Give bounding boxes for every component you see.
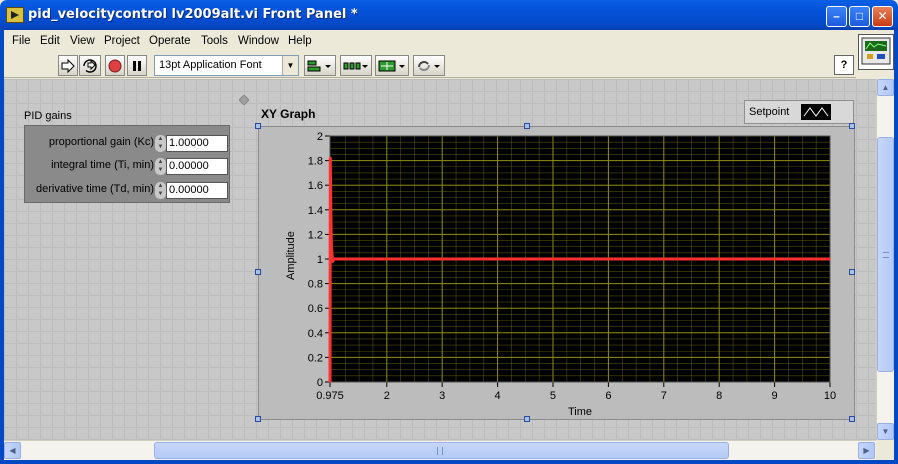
horizontal-scrollbar[interactable]: ◀ ▶: [4, 440, 876, 460]
title-bar[interactable]: pid_velocitycontrol lv2009alt.vi Front P…: [0, 0, 898, 30]
run-arrow-icon: [61, 58, 75, 74]
y-tick-label: 1.8: [308, 156, 323, 168]
vertical-scrollbar[interactable]: ▲ ▼: [876, 79, 894, 440]
scroll-right-button[interactable]: ▶: [858, 442, 875, 459]
y-tick-label: 2: [317, 131, 323, 143]
menu-edit[interactable]: Edit: [40, 35, 60, 47]
data-point: [333, 258, 335, 260]
scroll-down-button[interactable]: ▼: [877, 423, 894, 440]
y-tick-label: 1.6: [308, 180, 323, 192]
y-tick-label: 1: [317, 254, 323, 266]
x-tick-label: 5: [550, 390, 556, 402]
vertical-scroll-thumb[interactable]: [877, 137, 894, 372]
menu-file[interactable]: File: [12, 35, 31, 47]
font-select[interactable]: 13pt Application Font ▼: [154, 55, 299, 76]
toolbar: 13pt Application Font ▼ ?: [4, 52, 856, 78]
grip-icon: [883, 252, 889, 258]
menu-window[interactable]: Window: [238, 35, 279, 47]
data-point: [330, 245, 333, 248]
abort-button[interactable]: [105, 55, 125, 76]
x-tick-label: 2: [384, 390, 390, 402]
context-help-button[interactable]: ?: [834, 55, 854, 75]
x-tick-label: 8: [716, 390, 722, 402]
labview-vi-icon[interactable]: [6, 7, 24, 23]
chevron-down-icon: ▼: [282, 56, 298, 75]
align-objects-icon: [307, 60, 331, 72]
x-tick-label: 10: [824, 390, 836, 402]
y-tick-label: 0.6: [308, 303, 323, 315]
scroll-up-button[interactable]: ▲: [877, 79, 894, 96]
run-continuously-icon: [83, 59, 97, 73]
data-point: [441, 258, 443, 260]
data-point: [336, 258, 338, 260]
y-tick-label: 0.8: [308, 279, 323, 291]
align-objects-button[interactable]: [304, 55, 336, 76]
x-axis-label: Time: [568, 406, 593, 418]
data-point: [329, 157, 332, 159]
y-tick-label: 0.2: [308, 352, 323, 364]
scroll-left-button[interactable]: ◀: [4, 442, 21, 459]
data-point: [496, 258, 499, 260]
window-title: pid_velocitycontrol lv2009alt.vi Front P…: [28, 7, 358, 22]
run-continuously-button[interactable]: [79, 55, 101, 76]
y-tick-label: 1.4: [308, 205, 323, 217]
y-tick-label: 1.2: [308, 229, 323, 241]
run-button[interactable]: [58, 55, 78, 76]
resize-objects-button[interactable]: [375, 55, 409, 76]
reorder-button[interactable]: [413, 55, 445, 76]
data-point: [829, 258, 831, 260]
data-point: [329, 381, 331, 383]
close-button[interactable]: ✕: [872, 6, 893, 27]
distribute-objects-icon: [343, 62, 368, 70]
y-axis-label: Amplitude: [285, 231, 297, 280]
scrollbar-corner: [876, 440, 894, 460]
menu-view[interactable]: View: [70, 35, 95, 47]
front-panel[interactable]: PID gains proportional gain (Kc) ▲ ▼ 1.00…: [4, 79, 876, 440]
resize-objects-icon: [378, 60, 405, 72]
plot-area[interactable]: 0.975 2 3 4 5 6 7 8 9 10 0 0.2 0.4 0.6 0.8 1 1.2 1.4 1.6 1.…: [4, 79, 876, 440]
horizontal-scroll-thumb[interactable]: [154, 442, 729, 459]
window-frame-right: [894, 30, 898, 464]
x-tick-label: 7: [661, 390, 667, 402]
menu-tools[interactable]: Tools: [201, 35, 228, 47]
menu-operate[interactable]: Operate: [149, 35, 191, 47]
x-tick-label: 6: [605, 390, 611, 402]
pause-icon: [133, 61, 141, 71]
reorder-icon: [418, 61, 440, 71]
x-tick-label: 4: [495, 390, 501, 402]
abort-icon: [108, 59, 122, 73]
x-tick-label: 3: [439, 390, 445, 402]
data-point: [773, 258, 776, 260]
minimize-button[interactable]: –: [826, 6, 847, 27]
y-tick-label: 0: [317, 377, 323, 389]
x-tick-label: 0.975: [316, 390, 344, 402]
data-point: [607, 258, 610, 260]
x-tick-label: 9: [772, 390, 778, 402]
menu-help[interactable]: Help: [288, 35, 312, 47]
pause-button[interactable]: [127, 55, 147, 76]
font-select-value: 13pt Application Font: [159, 59, 262, 71]
window-frame-bottom: [0, 460, 898, 464]
menu-project[interactable]: Project: [104, 35, 140, 47]
menu-bar: File Edit View Project Operate Tools Win…: [4, 30, 856, 52]
maximize-button[interactable]: □: [849, 6, 870, 27]
grip-icon: [437, 447, 443, 455]
vi-connector-icon[interactable]: [858, 34, 894, 70]
data-point: [552, 258, 554, 260]
data-point: [662, 258, 665, 260]
data-point: [385, 258, 388, 260]
data-point: [718, 258, 720, 260]
data-point: [331, 260, 334, 263]
distribute-objects-button[interactable]: [340, 55, 372, 76]
y-tick-label: 0.4: [308, 328, 323, 340]
data-point: [330, 209, 332, 211]
